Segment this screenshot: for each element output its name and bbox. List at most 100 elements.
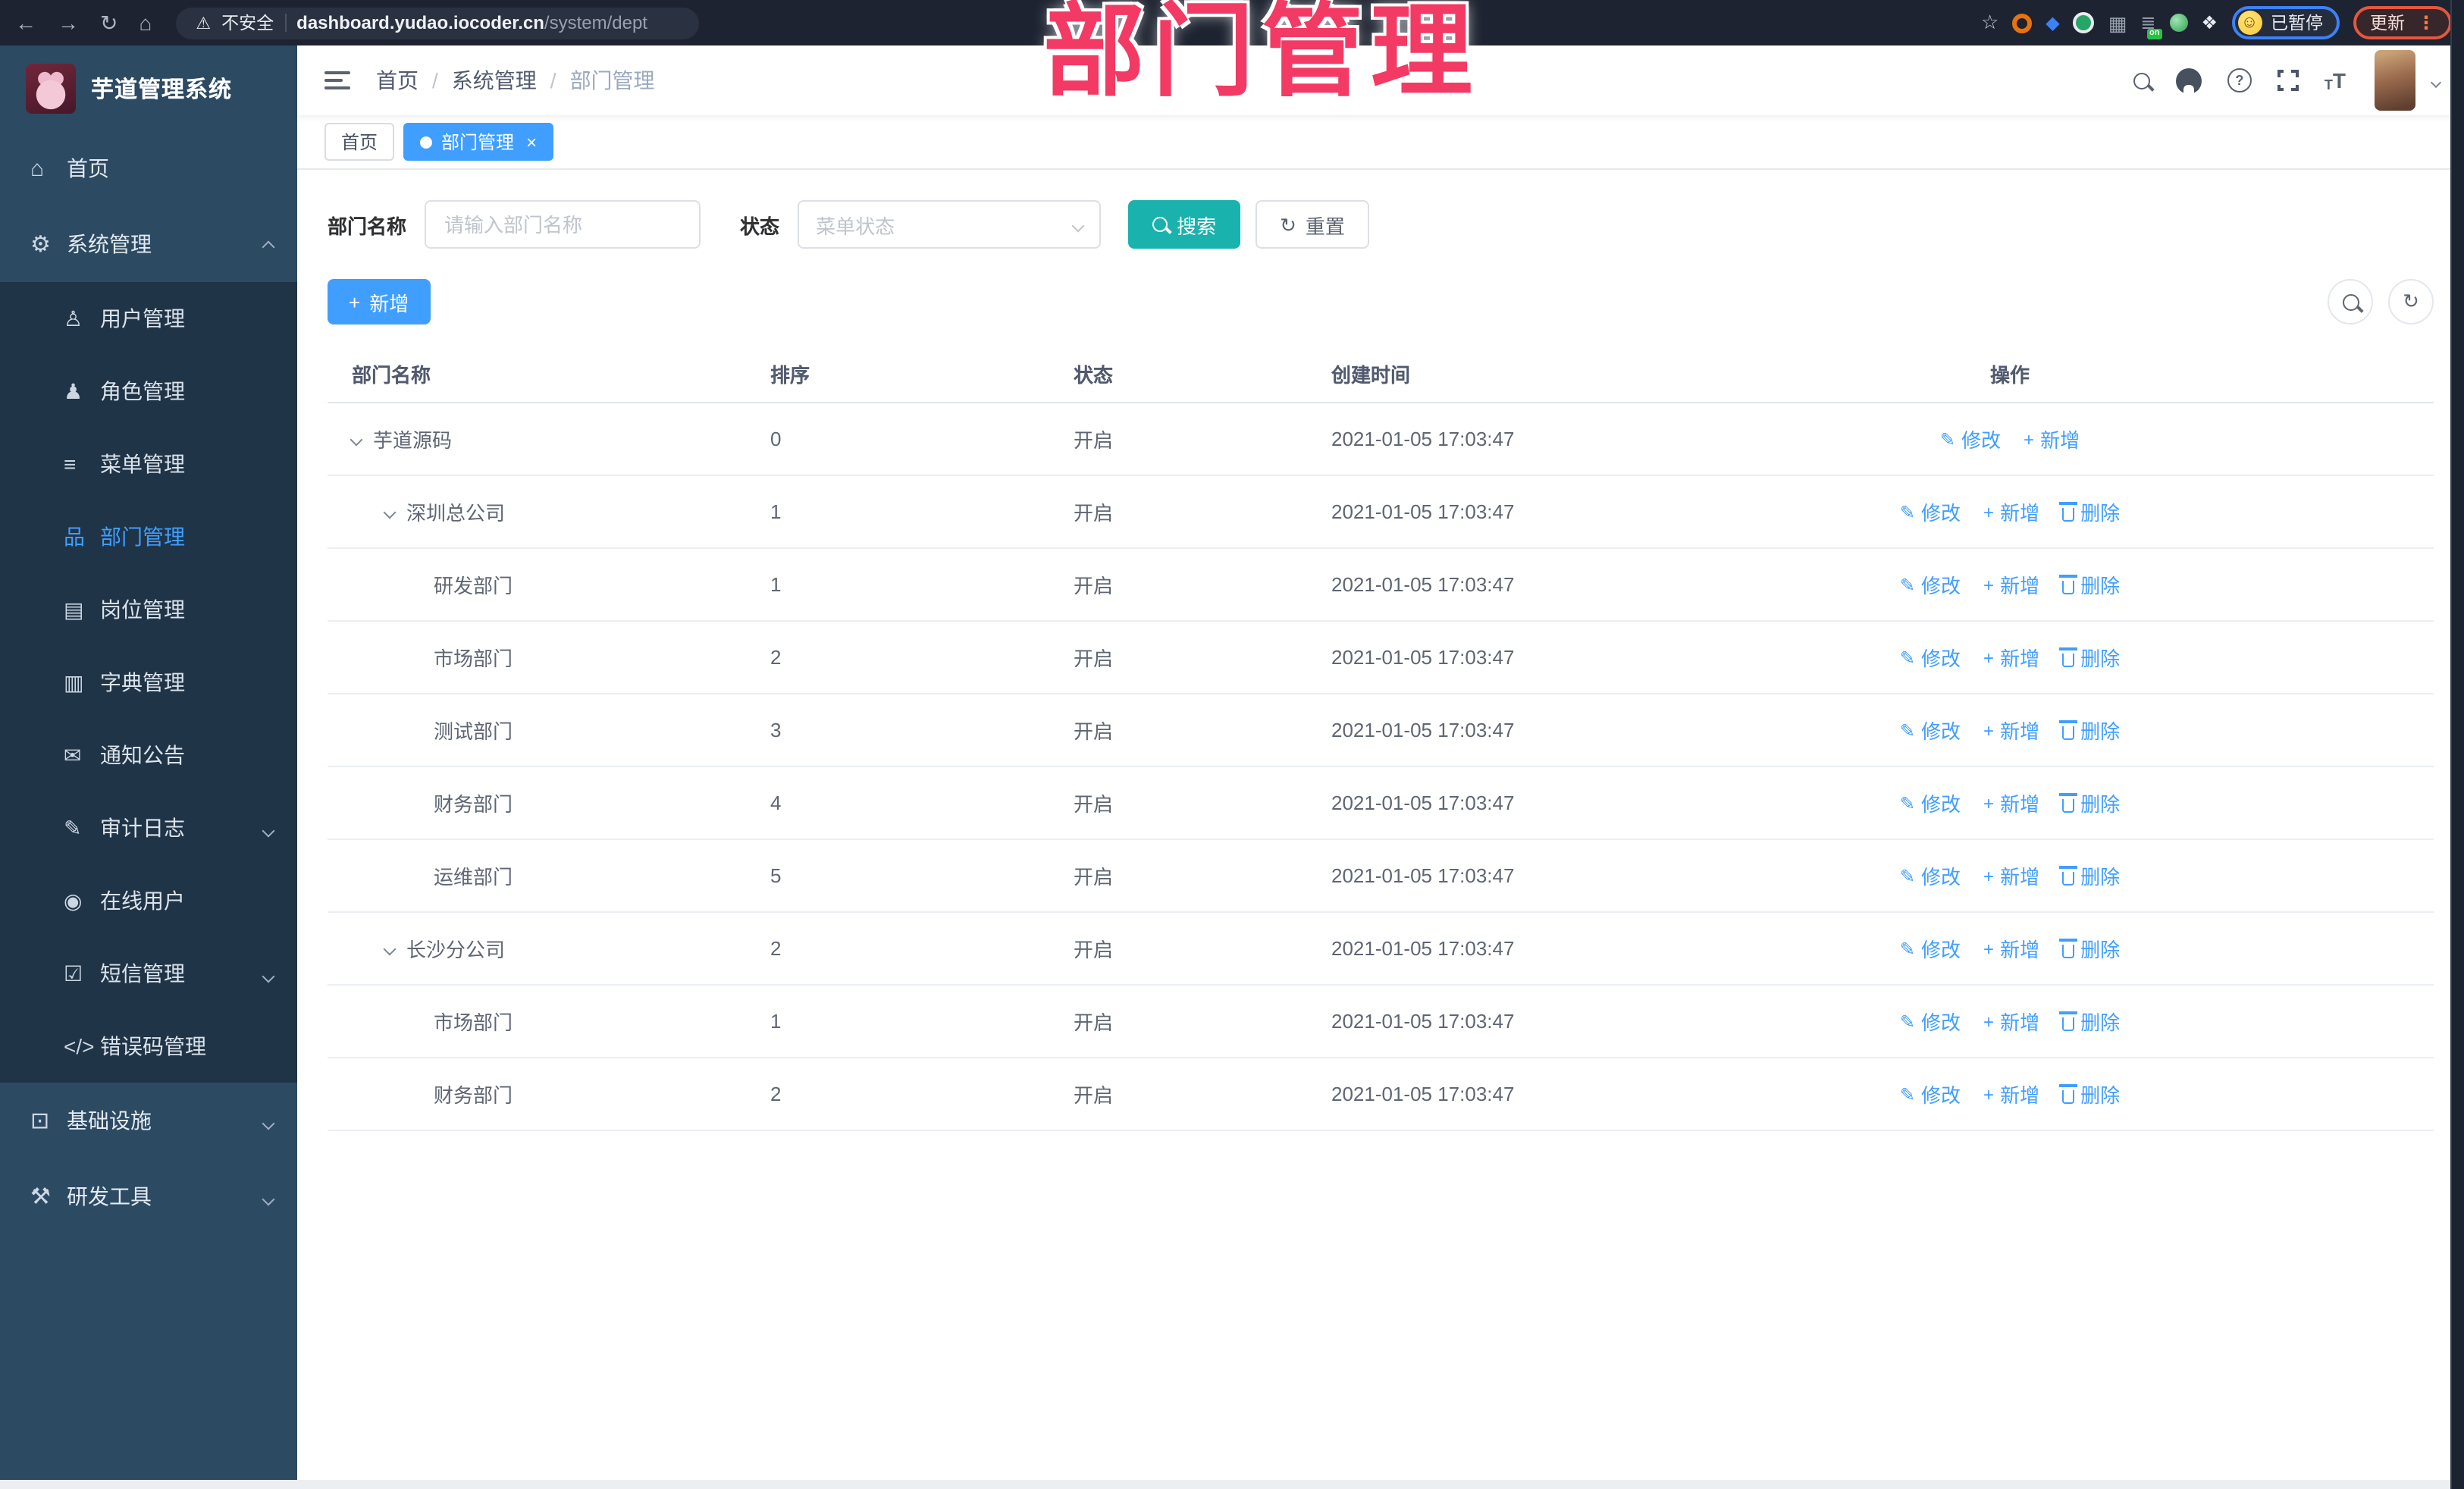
refresh-table-button[interactable]: ↻ xyxy=(2388,279,2434,324)
add-child-link[interactable]: + 新增 xyxy=(1983,497,2039,526)
modify-link[interactable]: ✎ 修改 xyxy=(1900,643,1961,672)
dept-name-input[interactable] xyxy=(425,200,701,249)
search-button[interactable]: 搜索 xyxy=(1128,200,1241,249)
avatar-caret-icon[interactable] xyxy=(2430,67,2442,94)
extension-green-icon[interactable] xyxy=(2073,12,2095,33)
show-search-toggle-button[interactable] xyxy=(2328,279,2373,324)
plus-icon: + xyxy=(1983,792,1995,813)
delete-link[interactable]: 删除 xyxy=(2059,643,2120,672)
github-icon[interactable] xyxy=(2175,67,2202,93)
delete-link[interactable]: 删除 xyxy=(2059,934,2120,963)
back-icon[interactable]: ← xyxy=(15,12,36,33)
col-actions: 操作 xyxy=(1989,364,2030,387)
sidebar-item-infrastructure[interactable]: ⊡ 基础设施 xyxy=(0,1083,297,1158)
sidebar-item-audit-log[interactable]: ✎ 审计日志 xyxy=(0,792,297,864)
add-child-link[interactable]: + 新增 xyxy=(1983,570,2039,599)
user-avatar[interactable] xyxy=(2375,50,2415,111)
sidebar-item-users[interactable]: ♙ 用户管理 xyxy=(0,282,297,355)
add-button[interactable]: + 新增 xyxy=(328,279,431,324)
table-row: 测试部门 3 开启 2021-01-05 17:03:47 ✎ 修改 + 新增 删除 xyxy=(328,694,2434,767)
modify-link[interactable]: ✎ 修改 xyxy=(1900,1080,1961,1108)
app-logo-row: 芋道管理系统 xyxy=(0,45,297,130)
status-value: 开启 xyxy=(1074,502,1114,525)
kebab-menu-icon[interactable]: ⋮ xyxy=(2417,14,2435,32)
horizontal-scrollbar[interactable] xyxy=(0,1480,2450,1489)
sidebar-item-departments[interactable]: 品 部门管理 xyxy=(0,500,297,573)
browser-update-button[interactable]: 更新 ⋮ xyxy=(2353,6,2452,39)
status-select[interactable]: 菜单状态 xyxy=(798,200,1102,249)
delete-link[interactable]: 删除 xyxy=(2059,861,2120,890)
delete-link[interactable]: 删除 xyxy=(2059,1080,2120,1108)
add-child-link[interactable]: + 新增 xyxy=(2024,425,2080,453)
add-child-link[interactable]: + 新增 xyxy=(1983,643,2039,672)
help-icon[interactable]: ? xyxy=(2227,68,2252,92)
modify-link[interactable]: ✎ 修改 xyxy=(1900,570,1961,599)
sidebar-item-error-codes[interactable]: </> 错误码管理 xyxy=(0,1010,297,1083)
bookmark-star-icon[interactable]: ☆ xyxy=(1981,11,1998,35)
collapse-caret-icon[interactable] xyxy=(350,432,363,446)
sidebar-item-posts[interactable]: ▤ 岗位管理 xyxy=(0,573,297,646)
forward-icon[interactable]: → xyxy=(58,12,79,33)
search-icon[interactable] xyxy=(2133,72,2150,89)
modify-link[interactable]: ✎ 修改 xyxy=(1900,788,1961,817)
breadcrumb-current: 部门管理 xyxy=(569,68,655,92)
extension-ring-icon[interactable] xyxy=(2012,13,2033,33)
extension-gem-icon[interactable]: ◆ xyxy=(2045,12,2059,33)
delete-link[interactable]: 删除 xyxy=(2059,570,2120,599)
trash-icon xyxy=(2059,793,2078,812)
tab-departments[interactable]: 部门管理 × xyxy=(403,123,554,161)
home-icon[interactable]: ⌂ xyxy=(139,12,152,33)
browser-profile-chip[interactable]: ☺ 已暂停 xyxy=(2231,6,2340,39)
delete-link[interactable]: 删除 xyxy=(2059,788,2120,817)
collapse-caret-icon[interactable] xyxy=(383,505,397,519)
security-label[interactable]: 不安全 xyxy=(221,11,274,35)
sidebar-item-notices[interactable]: ✉ 通知公告 xyxy=(0,719,297,792)
extension-key-icon[interactable] xyxy=(2169,14,2188,32)
collapse-caret-icon[interactable] xyxy=(383,942,397,955)
sidebar-item-home[interactable]: ⌂ 首页 xyxy=(0,130,297,206)
sidebar-item-sms[interactable]: ☑ 短信管理 xyxy=(0,937,297,1010)
modify-link[interactable]: ✎ 修改 xyxy=(1900,716,1961,744)
reset-button[interactable]: ↻ 重置 xyxy=(1256,200,1369,249)
add-child-link[interactable]: + 新增 xyxy=(1983,861,2039,890)
add-child-link[interactable]: + 新增 xyxy=(1983,934,2039,963)
breadcrumb-home[interactable]: 首页 xyxy=(376,65,419,96)
close-tab-icon[interactable]: × xyxy=(526,133,537,151)
delete-link[interactable]: 删除 xyxy=(2059,716,2120,744)
extension-grid-icon[interactable]: ▦ xyxy=(2108,13,2127,33)
vertical-scrollbar[interactable] xyxy=(2450,0,2464,1489)
modify-link[interactable]: ✎ 修改 xyxy=(1900,497,1961,526)
delete-link[interactable]: 删除 xyxy=(2059,1007,2120,1036)
sidebar-item-roles[interactable]: ♟ 角色管理 xyxy=(0,355,297,428)
collapse-sidebar-icon[interactable] xyxy=(324,71,350,89)
sidebar-item-system[interactable]: ⚙ 系统管理 xyxy=(0,206,297,282)
sidebar-item-dev-tools[interactable]: ⚒ 研发工具 xyxy=(0,1158,297,1234)
modify-link[interactable]: ✎ 修改 xyxy=(1900,861,1961,890)
address-bar[interactable]: ⚠ 不安全 dashboard.yudao.iocoder.cn/system/… xyxy=(176,7,700,39)
chevron-up-icon xyxy=(262,232,275,256)
extension-list-icon[interactable]: ≣ on xyxy=(2140,14,2162,39)
edit-icon: ✎ xyxy=(1899,501,1915,522)
edit-icon: ✎ xyxy=(1899,938,1915,959)
modify-link[interactable]: ✎ 修改 xyxy=(1940,425,2001,453)
add-child-link[interactable]: + 新增 xyxy=(1983,716,2039,744)
extensions-puzzle-icon[interactable]: ❖ xyxy=(2201,12,2218,33)
sidebar-item-dictionary[interactable]: ▥ 字典管理 xyxy=(0,646,297,719)
status-label: 状态 xyxy=(740,215,780,237)
add-child-link[interactable]: + 新增 xyxy=(1983,1080,2039,1108)
font-size-icon[interactable]: TT xyxy=(2324,68,2346,92)
fullscreen-icon[interactable] xyxy=(2275,68,2300,92)
delete-link[interactable]: 删除 xyxy=(2059,497,2120,526)
add-child-link[interactable]: + 新增 xyxy=(1983,788,2039,817)
tab-home[interactable]: 首页 xyxy=(324,123,395,161)
modify-link[interactable]: ✎ 修改 xyxy=(1900,1007,1961,1036)
reload-icon[interactable]: ↻ xyxy=(100,12,118,33)
add-child-link[interactable]: + 新增 xyxy=(1983,1007,2039,1036)
sidebar-item-menus[interactable]: ≡ 菜单管理 xyxy=(0,428,297,500)
breadcrumb-system[interactable]: 系统管理 xyxy=(452,65,537,96)
url-divider xyxy=(284,14,287,32)
modify-link[interactable]: ✎ 修改 xyxy=(1900,934,1961,963)
plus-icon: + xyxy=(1983,647,1995,668)
sidebar-item-online-users[interactable]: ◉ 在线用户 xyxy=(0,864,297,937)
table-row: 市场部门 1 开启 2021-01-05 17:03:47 ✎ 修改 + 新增 删除 xyxy=(328,986,2434,1058)
